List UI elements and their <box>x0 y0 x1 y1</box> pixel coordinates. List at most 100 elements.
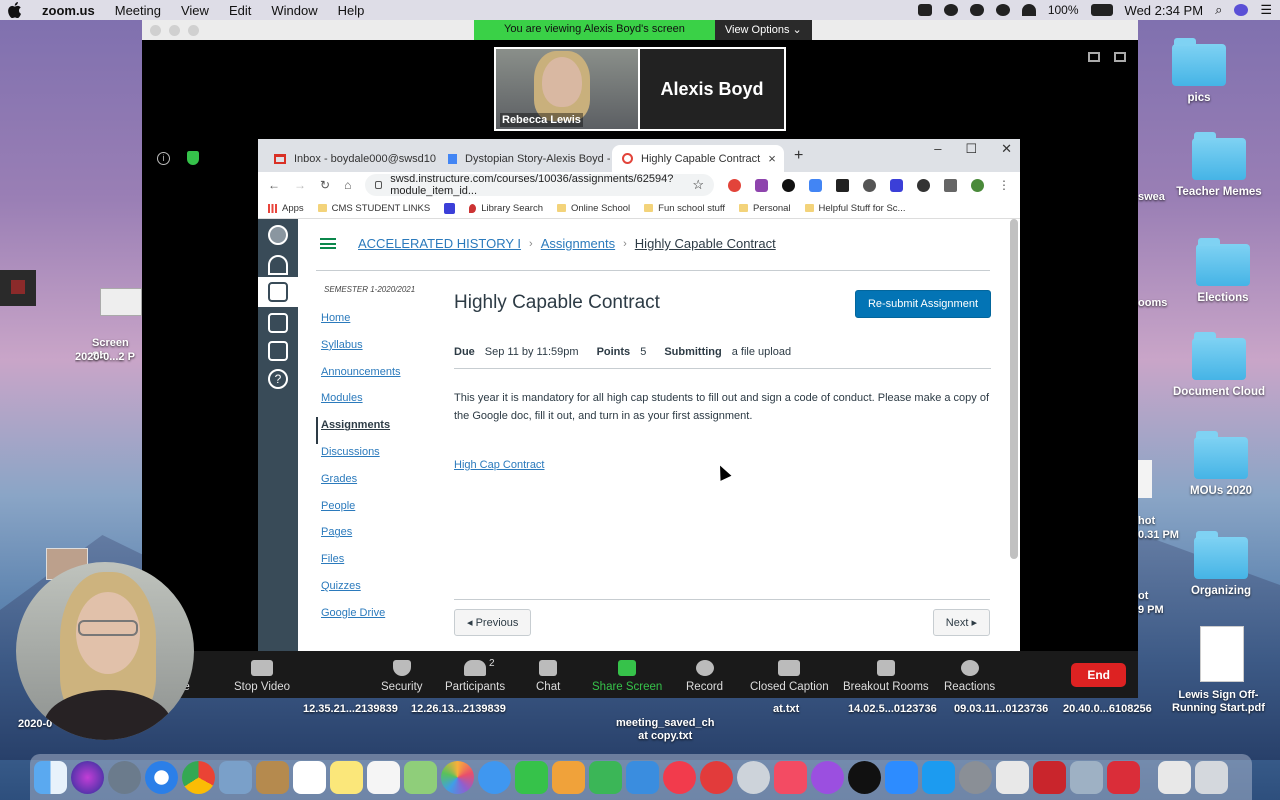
extension-icon[interactable] <box>863 178 876 192</box>
desktop-file-label[interactable]: at.txt <box>773 703 799 716</box>
file-thumbnail[interactable] <box>1138 460 1152 498</box>
desktop-file-label[interactable]: 09.03.11...0123736 <box>954 703 1048 716</box>
menu-view[interactable]: View <box>181 3 209 18</box>
creative-cloud-app-icon[interactable] <box>1107 760 1140 794</box>
pages-icon[interactable] <box>552 760 585 794</box>
notebook-icon[interactable] <box>256 760 289 794</box>
desktop-file-label[interactable]: 20.40.0...6108256 <box>1063 703 1152 716</box>
system-preferences-icon[interactable] <box>959 760 992 794</box>
messages-icon[interactable] <box>478 760 511 794</box>
notes-icon[interactable] <box>330 760 363 794</box>
breadcrumb-assignments[interactable]: Assignments <box>541 236 615 251</box>
siri-icon[interactable] <box>1234 4 1249 16</box>
zoom-icon[interactable] <box>885 760 918 794</box>
desktop-file-meeting-chat[interactable]: meeting_saved_ch at copy.txt <box>616 717 714 743</box>
course-nav-discussions[interactable]: Discussions <box>316 444 436 471</box>
cloud-icon[interactable] <box>969 4 984 16</box>
high-cap-contract-link[interactable]: High Cap Contract <box>454 459 545 471</box>
reactions-button[interactable]: Reactions <box>944 660 995 693</box>
extension-icon[interactable] <box>890 178 903 192</box>
menu-dots-icon[interactable]: ⋮ <box>998 178 1010 192</box>
participant-video[interactable]: Rebecca Lewis <box>496 49 640 129</box>
extension-icon[interactable] <box>782 178 795 192</box>
music-icon[interactable] <box>774 760 807 794</box>
info-icon[interactable]: i <box>157 152 170 165</box>
address-bar[interactable]: swsd.instructure.com/courses/10036/assig… <box>365 173 714 197</box>
forward-icon[interactable]: → <box>294 178 306 192</box>
photos-icon[interactable] <box>441 760 474 794</box>
preview-icon[interactable] <box>219 760 252 794</box>
record-button[interactable]: Record <box>686 660 723 693</box>
bookmark-apps[interactable]: Apps <box>268 203 304 214</box>
tv-icon[interactable] <box>848 760 881 794</box>
siri-icon[interactable] <box>71 760 104 794</box>
bookmark-star-icon[interactable]: ☆ <box>692 177 704 193</box>
close-tab-icon[interactable]: × <box>760 151 776 166</box>
new-tab-button[interactable]: + <box>794 147 803 165</box>
dark-widget[interactable] <box>0 270 36 306</box>
reload-icon[interactable]: ↻ <box>320 178 330 192</box>
course-nav-files[interactable]: Files <box>316 551 436 578</box>
course-nav-modules[interactable]: Modules <box>316 390 436 417</box>
desktop-folder-elections[interactable]: Elections <box>1173 238 1273 304</box>
course-nav-grades[interactable]: Grades <box>316 471 436 498</box>
tab-docs[interactable]: Dystopian Story-Alexis Boyd - Go × <box>438 145 610 172</box>
extension-icon[interactable] <box>836 178 849 192</box>
finder-icon[interactable] <box>34 760 67 794</box>
breakout-rooms-button[interactable]: Breakout Rooms <box>843 660 929 693</box>
participants-button[interactable]: Participants 2 <box>445 658 505 693</box>
clock[interactable]: Wed 2:34 PM <box>1125 3 1204 18</box>
scanner-icon[interactable] <box>1070 760 1103 794</box>
help-icon[interactable]: ? <box>268 369 288 389</box>
profile-avatar[interactable] <box>971 178 984 192</box>
course-nav-announcements[interactable]: Announcements <box>316 364 436 391</box>
creative-cloud-icon[interactable] <box>700 760 733 794</box>
encryption-shield-icon[interactable] <box>187 151 199 165</box>
document-icon[interactable] <box>1158 760 1191 794</box>
acrobat-reader-icon[interactable] <box>1033 760 1066 794</box>
pdf-thumbnail[interactable] <box>1200 626 1244 682</box>
back-icon[interactable]: ← <box>268 178 280 192</box>
inbox-icon[interactable] <box>268 341 288 361</box>
battery-icon[interactable] <box>1090 4 1113 16</box>
menu-help[interactable]: Help <box>338 3 365 18</box>
minimize-window-button[interactable] <box>169 25 180 36</box>
podcasts-icon[interactable] <box>811 760 844 794</box>
previous-button[interactable]: ◂ Previous <box>454 609 532 636</box>
resubmit-assignment-button[interactable]: Re-submit Assignment <box>854 290 991 318</box>
sync-icon[interactable] <box>995 4 1010 16</box>
close-window-button[interactable] <box>150 25 161 36</box>
calendar-icon[interactable] <box>268 313 288 333</box>
desktop-file-label[interactable]: 12.26.13...2139839 <box>411 703 506 716</box>
app-store-icon[interactable] <box>922 760 955 794</box>
breadcrumb-course[interactable]: ACCELERATED HISTORY I <box>358 236 521 251</box>
self-view-video[interactable] <box>16 562 194 740</box>
keynote-icon[interactable] <box>626 760 659 794</box>
wifi-icon[interactable] <box>1021 4 1036 16</box>
account-icon[interactable] <box>268 225 288 245</box>
facetime-icon[interactable] <box>515 760 548 794</box>
screenshot-thumbnail[interactable] <box>100 288 142 316</box>
next-button[interactable]: Next ▸ <box>932 609 990 636</box>
acrobat-icon[interactable] <box>996 760 1029 794</box>
desktop-folder-pics[interactable]: pics <box>1149 38 1249 104</box>
numbers-icon[interactable] <box>589 760 622 794</box>
course-nav-quizzes[interactable]: Quizzes <box>316 578 436 605</box>
course-nav-home[interactable]: Home <box>316 310 436 337</box>
course-nav-google-drive[interactable]: Google Drive <box>316 605 436 632</box>
news-icon[interactable] <box>663 760 696 794</box>
launchpad-icon[interactable] <box>108 760 141 794</box>
chrome-icon[interactable] <box>182 760 215 794</box>
view-options-button[interactable]: View Options ⌄ <box>714 20 812 40</box>
breadcrumb-current[interactable]: Highly Capable Contract <box>635 236 776 251</box>
trash-icon[interactable] <box>1195 760 1228 794</box>
puzzle-icon[interactable] <box>944 178 957 192</box>
chat-button[interactable]: Chat <box>536 660 560 693</box>
course-nav-people[interactable]: People <box>316 498 436 525</box>
maps-icon[interactable] <box>404 760 437 794</box>
extension-icon[interactable] <box>728 178 741 192</box>
safari-icon[interactable] <box>145 760 178 794</box>
bookmark-personal[interactable]: Personal <box>739 203 791 214</box>
fullscreen-icon[interactable] <box>1114 52 1126 62</box>
bookmark-online-school[interactable]: Online School <box>556 203 630 214</box>
